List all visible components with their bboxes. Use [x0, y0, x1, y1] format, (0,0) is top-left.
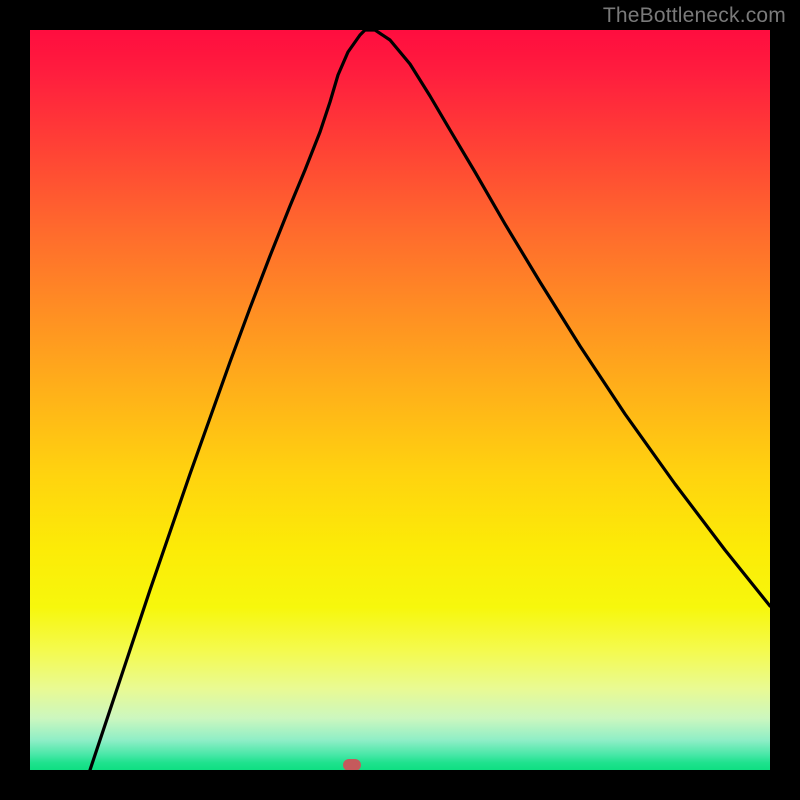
plot-area [30, 30, 770, 770]
bottleneck-curve [30, 30, 770, 770]
watermark-text: TheBottleneck.com [603, 4, 786, 28]
chart-frame: TheBottleneck.com [0, 0, 800, 800]
minimum-marker [343, 759, 361, 770]
